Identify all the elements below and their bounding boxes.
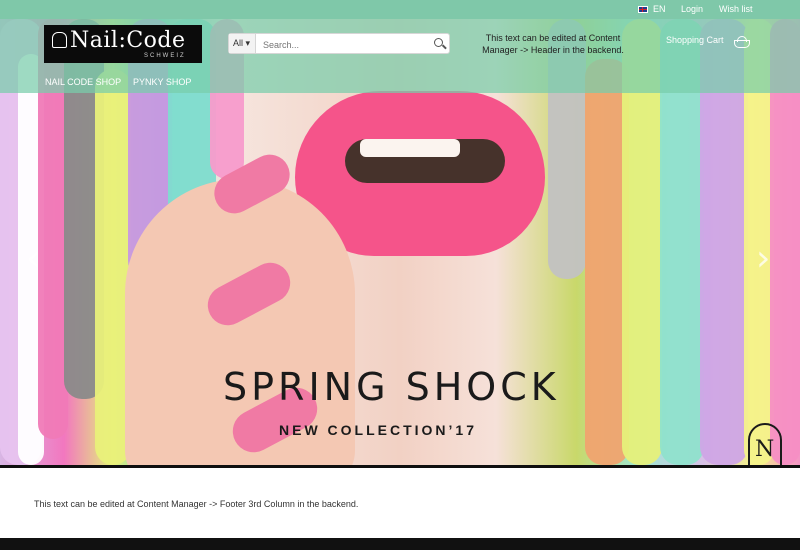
dropdown-label: All: [233, 38, 244, 48]
prev-slide-arrow-icon[interactable]: ‹: [26, 238, 40, 279]
divider: [0, 465, 800, 468]
login-link[interactable]: Login: [681, 4, 703, 14]
search-icon[interactable]: [434, 38, 443, 47]
hero-subheadline: NEW COLLECTION’17: [279, 422, 478, 438]
hero-headline: SPRING SHOCK: [223, 365, 560, 409]
search-category-dropdown[interactable]: All ▾: [229, 34, 256, 53]
next-slide-arrow-icon[interactable]: ›: [756, 238, 770, 279]
shopping-cart-link[interactable]: Shopping Cart: [666, 35, 724, 45]
footer-note: This text can be edited at Content Manag…: [34, 499, 359, 509]
basket-icon[interactable]: [734, 36, 750, 50]
header-note: This text can be edited at Content Manag…: [482, 33, 624, 55]
nav-item-nail-code-shop[interactable]: NAIL CODE SHOP: [45, 77, 121, 87]
logo-bag-icon: [52, 32, 67, 48]
logo-subtext: SCHWEIZ: [144, 53, 186, 59]
nav-item-pynky-shop[interactable]: PYNKY SHOP: [133, 77, 191, 87]
search-bar: All ▾: [228, 33, 450, 54]
bottom-bar: [0, 538, 800, 550]
site-logo[interactable]: Nail:Code SCHWEIZ: [44, 25, 202, 63]
teeth-image: [360, 139, 460, 157]
search-input[interactable]: [261, 36, 425, 53]
logo-text: Nail:Code: [70, 28, 186, 53]
brand-badge-icon: N: [748, 423, 782, 465]
top-bar: EN Login Wish list: [0, 0, 800, 19]
uk-flag-icon[interactable]: [638, 6, 648, 13]
wishlist-link[interactable]: Wish list: [719, 4, 753, 14]
language-selector[interactable]: EN: [653, 4, 666, 14]
brand-badge-letter: N: [755, 437, 775, 462]
